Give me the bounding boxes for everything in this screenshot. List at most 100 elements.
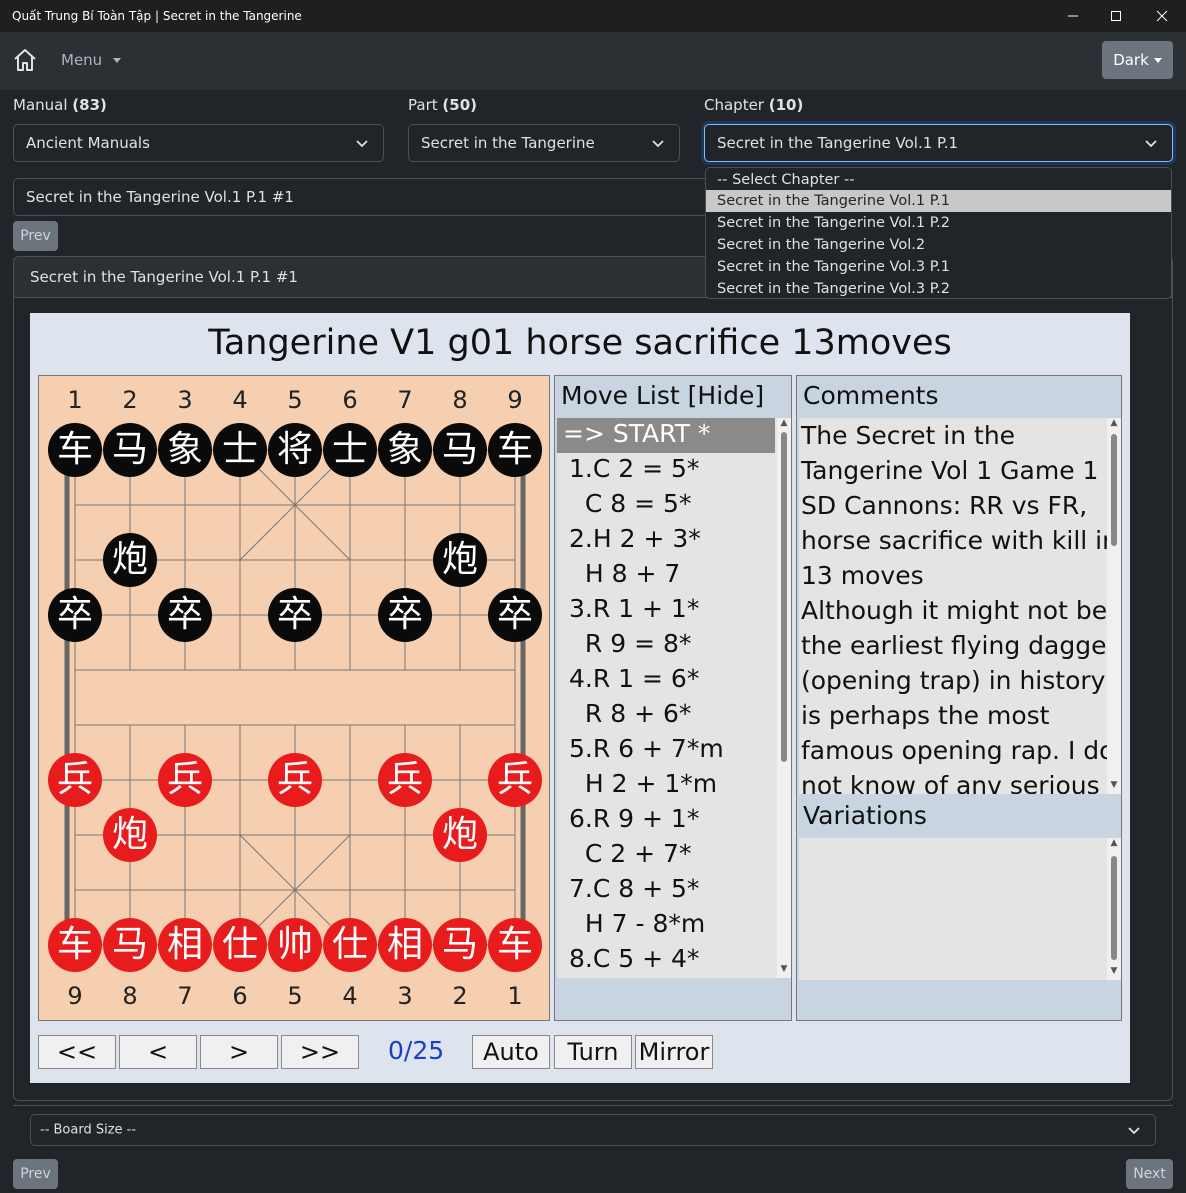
scroll-up-icon[interactable]: ▲ [1108,418,1120,428]
variations-body [799,838,1107,980]
chapter-option[interactable]: -- Select Chapter -- [706,169,1171,191]
move-item[interactable]: H 8 + 7 [569,559,680,588]
next-button[interactable]: Next [1126,1159,1173,1189]
auto-button[interactable]: Auto [472,1035,550,1069]
move-item[interactable]: 8.C 5 + 4* [569,944,699,973]
file-label-top: 4 [232,386,248,414]
red-piece[interactable]: 兵 [268,753,322,807]
part-count: (50) [442,96,477,114]
mirror-button[interactable]: Mirror [635,1035,713,1069]
prev-move-button[interactable]: < [119,1035,197,1069]
black-piece[interactable]: 象 [158,423,212,477]
scroll-up-icon[interactable]: ▲ [1108,838,1120,848]
comment-line: The Secret in the [801,421,1016,450]
chapter-select[interactable]: Secret in the Tangerine Vol.1 P.1 [704,124,1173,162]
black-piece[interactable]: 卒 [268,588,322,642]
manual-select[interactable]: Ancient Manuals [13,124,384,162]
close-button[interactable] [1139,0,1185,32]
black-piece[interactable]: 车 [488,423,542,477]
comments-scrollbar[interactable]: ▲ ▼ [1107,418,1121,794]
move-item[interactable]: C 2 + 7* [569,839,692,868]
move-item[interactable]: 1.C 2 = 5* [569,454,699,483]
xiangqi-board[interactable]: 123456789 987654321 车马象士将士象马车炮炮卒卒卒卒卒兵兵兵兵… [38,375,550,1021]
red-piece[interactable]: 兵 [158,753,212,807]
black-piece[interactable]: 炮 [103,533,157,587]
minimize-icon [1068,15,1078,17]
minimize-button[interactable] [1050,0,1096,32]
variations-scrollbar[interactable]: ▲ ▼ [1107,838,1121,980]
file-label-top: 1 [67,386,83,414]
black-piece[interactable]: 卒 [158,588,212,642]
manual-count: (83) [72,96,107,114]
scrollbar-thumb[interactable] [1111,856,1117,960]
scroll-up-icon[interactable]: ▲ [778,418,790,428]
red-piece[interactable]: 相 [158,918,212,972]
red-piece[interactable]: 兵 [488,753,542,807]
move-item[interactable]: 4.R 1 = 6* [569,664,699,693]
red-piece[interactable]: 炮 [433,808,487,862]
prev-button-top[interactable]: Prev [13,221,58,251]
move-item[interactable]: C 8 = 5* [569,489,692,518]
board-size-select[interactable]: -- Board Size -- [30,1114,1156,1146]
red-piece[interactable]: 车 [488,918,542,972]
part-select[interactable]: Secret in the Tangerine [408,124,680,162]
turn-button[interactable]: Turn [554,1035,632,1069]
move-list-title[interactable]: Move List [Hide] [561,381,764,410]
move-item-current[interactable]: => START * [563,419,710,448]
black-piece[interactable]: 将 [268,423,322,477]
move-item[interactable]: 7.C 8 + 5* [569,874,699,903]
black-piece[interactable]: 卒 [378,588,432,642]
theme-dropdown-button[interactable]: Dark [1102,41,1173,79]
first-move-button[interactable]: << [38,1035,116,1069]
move-item[interactable]: 6.R 9 + 1* [569,804,699,833]
maximize-button[interactable] [1093,0,1139,32]
red-piece[interactable]: 帅 [268,918,322,972]
scroll-down-icon[interactable]: ▼ [1108,780,1120,790]
chapter-option-selected[interactable]: Secret in the Tangerine Vol.1 P.1 [706,190,1171,212]
move-item[interactable]: 3.R 1 + 1* [569,594,699,623]
game-select[interactable]: Secret in the Tangerine Vol.1 P.1 #1 [13,178,713,216]
black-piece[interactable]: 士 [213,423,267,477]
move-item[interactable]: R 9 = 8* [569,629,691,658]
chapter-option[interactable]: Secret in the Tangerine Vol.3 P.2 [706,278,1171,298]
move-item[interactable]: 5.R 6 + 7*m [569,734,724,763]
move-item[interactable]: 2.H 2 + 3* [569,524,701,553]
black-piece[interactable]: 象 [378,423,432,477]
move-item[interactable]: H 2 + 1*m [569,769,717,798]
next-move-button[interactable]: > [200,1035,278,1069]
red-piece[interactable]: 兵 [48,753,102,807]
red-piece[interactable]: 马 [103,918,157,972]
black-piece[interactable]: 卒 [488,588,542,642]
red-piece[interactable]: 炮 [103,808,157,862]
red-piece[interactable]: 马 [433,918,487,972]
black-piece[interactable]: 炮 [433,533,487,587]
comments-panel: Comments The Secret in the Tangerine Vol … [796,375,1122,1021]
black-piece[interactable]: 车 [48,423,102,477]
home-button[interactable] [12,47,40,75]
scrollbar-thumb[interactable] [1111,434,1117,546]
chapter-option[interactable]: Secret in the Tangerine Vol.1 P.2 [706,212,1171,234]
move-item[interactable]: H 7 - 8*m [569,909,705,938]
last-move-button[interactable]: >> [281,1035,359,1069]
prev-button-bottom[interactable]: Prev [13,1159,58,1189]
menu-dropdown[interactable]: Menu [61,51,121,69]
red-piece[interactable]: 相 [378,918,432,972]
red-piece[interactable]: 仕 [323,918,377,972]
black-piece[interactable]: 士 [323,423,377,477]
black-piece[interactable]: 卒 [48,588,102,642]
black-piece[interactable]: 马 [433,423,487,477]
scroll-down-icon[interactable]: ▼ [1108,966,1120,976]
black-piece[interactable]: 马 [103,423,157,477]
chapter-option[interactable]: Secret in the Tangerine Vol.3 P.1 [706,256,1171,278]
scrollbar-thumb[interactable] [781,432,787,762]
red-piece[interactable]: 兵 [378,753,432,807]
scroll-down-icon[interactable]: ▼ [778,964,790,974]
comment-line: famous opening rap. I do [801,736,1107,765]
chapter-option[interactable]: Secret in the Tangerine Vol.2 [706,234,1171,256]
move-list-scrollbar[interactable]: ▲ ▼ [777,418,791,978]
title-bar: Quất Trung Bí Toàn Tập | Secret in the T… [0,0,1186,32]
red-piece[interactable]: 仕 [213,918,267,972]
move-item[interactable]: R 8 + 6* [569,699,691,728]
move-list-panel: Move List [Hide] => START * 1.C 2 = 5* C … [554,375,792,1021]
red-piece[interactable]: 车 [48,918,102,972]
